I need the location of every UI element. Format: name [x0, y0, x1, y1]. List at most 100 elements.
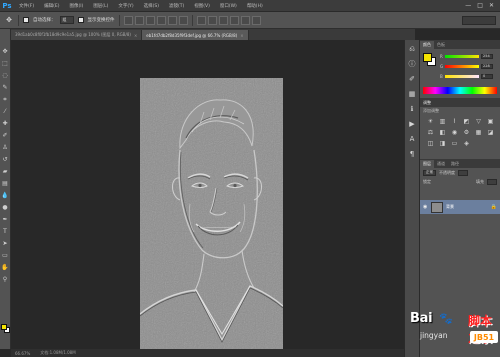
menu-item[interactable]: 文字(Y) [113, 3, 138, 9]
curves-icon[interactable]: ⌇ [450, 117, 459, 125]
tab-close-icon[interactable]: × [240, 33, 243, 38]
vibrance-icon[interactable]: ▽ [474, 117, 483, 125]
tab-color[interactable]: 颜色 [420, 41, 434, 49]
fill-field[interactable] [487, 178, 497, 185]
distribute-right-button[interactable] [251, 15, 261, 25]
color-value-field[interactable]: 228 [481, 63, 493, 69]
adjustments-panel-header[interactable]: 调整 [420, 98, 500, 107]
align-hcenter-button[interactable] [167, 15, 177, 25]
info-panel-icon[interactable]: ℹ [407, 104, 417, 114]
color-slider-track[interactable] [445, 74, 479, 78]
eraser-tool-icon[interactable]: ▰ [1, 167, 9, 176]
color-slider-track[interactable] [445, 64, 479, 68]
brush-panel-icon[interactable]: ✐ [407, 74, 417, 84]
align-top-button[interactable] [123, 15, 133, 25]
color-spectrum-bar[interactable] [423, 87, 497, 94]
menu-item[interactable]: 帮助(H) [242, 3, 268, 9]
show-transform-checkbox[interactable] [77, 17, 84, 23]
threshold-icon[interactable]: ◨ [438, 139, 447, 147]
black-white-icon[interactable]: ◧ [438, 128, 447, 136]
menu-item[interactable]: 滤镜(T) [164, 3, 189, 9]
align-bottom-button[interactable] [145, 15, 155, 25]
visibility-eye-icon[interactable]: ◉ [423, 204, 428, 210]
move-tool-preset-icon[interactable]: ✥ [4, 15, 14, 25]
document-image[interactable] [140, 78, 283, 357]
distribute-left-button[interactable] [229, 15, 239, 25]
dodge-tool-icon[interactable]: ● [1, 203, 9, 212]
color-value-field[interactable]: 0 [481, 73, 493, 79]
menu-item[interactable]: 图像(I) [64, 3, 88, 9]
type-tool-icon[interactable]: T [1, 227, 9, 236]
exposure-icon[interactable]: ◩ [462, 117, 471, 125]
tab-channels[interactable]: 通道 [434, 160, 448, 168]
document-tab[interactable]: 39d1ab0c8f0f1fb18d9c9e1a5.jpg @ 100% (图层… [11, 30, 143, 40]
maximize-icon[interactable]: □ [477, 2, 483, 9]
channel-mixer-icon[interactable]: ⚙ [462, 128, 471, 136]
zoom-tool-icon[interactable]: ⚲ [1, 275, 9, 284]
invert-icon[interactable]: ◪ [486, 128, 495, 136]
distribute-vcenter-button[interactable] [207, 15, 217, 25]
properties-panel-icon[interactable]: ⓘ [407, 59, 417, 69]
paragraph-panel-icon[interactable]: ¶ [407, 149, 417, 159]
blur-tool-icon[interactable]: 💧 [1, 191, 9, 200]
clone-stamp-tool-icon[interactable]: ♙ [1, 143, 9, 152]
crop-tool-icon[interactable]: ⌗ [1, 95, 9, 104]
history-brush-tool-icon[interactable]: ↺ [1, 155, 9, 164]
eyedropper-tool-icon[interactable]: ⁄ [1, 107, 9, 116]
marquee-tool-icon[interactable]: ⬚ [1, 59, 9, 68]
distribute-bottom-button[interactable] [218, 15, 228, 25]
color-value-field[interactable]: 254 [481, 53, 493, 59]
hand-tool-icon[interactable]: ✋ [1, 263, 9, 272]
align-vcenter-button[interactable] [134, 15, 144, 25]
distribute-top-button[interactable] [196, 15, 206, 25]
gradient-tool-icon[interactable]: ▤ [1, 179, 9, 188]
toolbar-foreground-swatch[interactable] [1, 324, 7, 330]
shape-tool-icon[interactable]: ▭ [1, 251, 9, 260]
menu-item[interactable]: 文件(F) [14, 3, 39, 9]
color-lookup-icon[interactable]: ▦ [474, 128, 483, 136]
canvas-area[interactable] [11, 40, 404, 357]
minimize-icon[interactable]: — [465, 2, 471, 9]
menu-item[interactable]: 视图(V) [189, 3, 215, 9]
tab-swatches[interactable]: 色板 [434, 41, 448, 49]
menu-item[interactable]: 编辑(E) [39, 3, 64, 9]
blend-mode-select[interactable]: 正常 [423, 169, 436, 176]
tab-close-icon[interactable]: × [134, 33, 137, 38]
photo-filter-icon[interactable]: ◉ [450, 128, 459, 136]
quick-select-tool-icon[interactable]: ✎ [1, 83, 9, 92]
menu-item[interactable]: 选择(S) [139, 3, 164, 9]
foreground-color-swatch[interactable] [423, 53, 432, 62]
layer-row-background[interactable]: ◉ 背景 🔒 [420, 200, 500, 214]
auto-select-checkbox[interactable] [23, 17, 29, 23]
menu-item[interactable]: 图层(L) [88, 3, 113, 9]
zoom-level[interactable]: 66.67% [15, 351, 30, 356]
tab-paths[interactable]: 路径 [448, 160, 462, 168]
hue-saturation-icon[interactable]: ▣ [486, 117, 495, 125]
gradient-map-icon[interactable]: ▭ [450, 139, 459, 147]
workspace-select[interactable] [462, 15, 496, 25]
close-icon[interactable]: ✕ [489, 2, 494, 9]
character-panel-icon[interactable]: A [407, 134, 417, 144]
document-tab[interactable]: eb1fd7db2f8d35f9f3def.jpg @ 66.7% (RGB/8… [142, 30, 249, 40]
lasso-tool-icon[interactable]: ◌ [1, 71, 9, 80]
color-slider-track[interactable] [445, 54, 479, 58]
posterize-icon[interactable]: ◫ [426, 139, 435, 147]
align-right-button[interactable] [178, 15, 188, 25]
brush-tool-icon[interactable]: ✐ [1, 131, 9, 140]
color-balance-icon[interactable]: ⚖ [426, 128, 435, 136]
menu-item[interactable]: 窗口(W) [215, 3, 242, 9]
pen-tool-icon[interactable]: ✒ [1, 215, 9, 224]
swatch-panel-icon[interactable]: ▦ [407, 89, 417, 99]
align-left-button[interactable] [156, 15, 166, 25]
healing-brush-tool-icon[interactable]: ✚ [1, 119, 9, 128]
history-panel-icon[interactable]: ⎌ [407, 44, 417, 54]
move-tool-icon[interactable]: ✥ [1, 47, 9, 56]
tab-layers[interactable]: 图层 [420, 160, 434, 168]
opacity-field[interactable] [458, 169, 468, 176]
selective-color-icon[interactable]: ◈ [462, 139, 471, 147]
auto-select-dropdown[interactable]: 组 [59, 16, 74, 24]
brightness-icon[interactable]: ☀ [426, 117, 435, 125]
path-select-tool-icon[interactable]: ➤ [1, 239, 9, 248]
actions-panel-icon[interactable]: ▶ [407, 119, 417, 129]
levels-icon[interactable]: ▥ [438, 117, 447, 125]
